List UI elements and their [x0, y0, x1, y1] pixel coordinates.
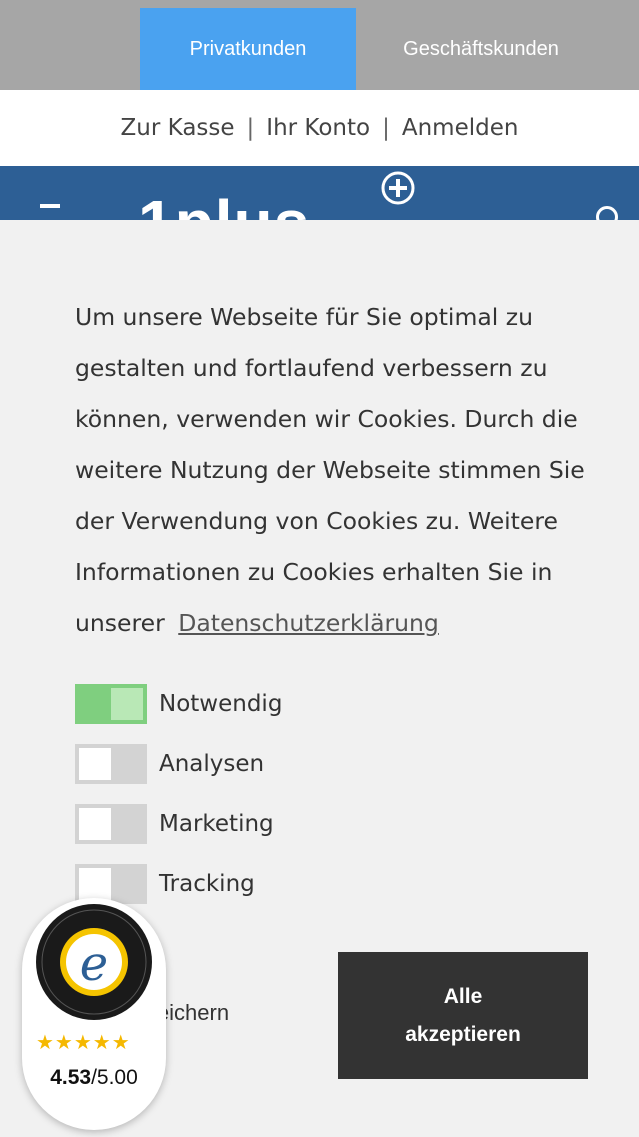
trusted-shops-badge[interactable]: e ★★★★★ 4.53/5.00	[22, 898, 166, 1130]
brand-logo[interactable]: 1plus	[138, 186, 310, 220]
rating-max: /5.00	[91, 1066, 138, 1089]
trusted-shops-seal-icon: e	[36, 904, 152, 1020]
option-label: Analysen	[159, 751, 265, 777]
toggle-knob	[111, 688, 143, 720]
account-link[interactable]: Ihr Konto	[266, 115, 370, 141]
toggle-knob	[79, 868, 111, 900]
option-label: Marketing	[159, 811, 274, 837]
menu-icon[interactable]	[40, 204, 60, 208]
option-label: Notwendig	[159, 691, 283, 717]
rating-value: 4.53	[50, 1066, 92, 1089]
accept-all-button[interactable]: Alle akzeptieren	[338, 952, 588, 1079]
brand-header: 1plus	[0, 166, 639, 220]
accept-label-line1: Alle	[443, 984, 483, 1008]
option-notwendig: Notwendig	[75, 684, 475, 724]
option-analysen: Analysen	[75, 744, 475, 784]
account-links-row: Zur Kasse | Ihr Konto | Anmelden	[0, 90, 639, 166]
toggle-knob	[79, 808, 111, 840]
customer-tab-bar: Privatkunden Geschäftskunden	[0, 0, 639, 90]
toggle-marketing[interactable]	[75, 804, 147, 844]
plus-circle-icon	[381, 171, 415, 205]
rating-score: 4.53/5.00	[22, 1066, 166, 1090]
tab-privatkunden[interactable]: Privatkunden	[140, 8, 356, 90]
seal-letter: e	[80, 936, 108, 992]
cookie-message: Um unsere Webseite für Sie optimal zu ge…	[75, 292, 605, 649]
toggle-knob	[79, 748, 111, 780]
option-marketing: Marketing	[75, 804, 475, 844]
separator: |	[246, 115, 255, 141]
option-label: Tracking	[159, 871, 255, 897]
search-icon[interactable]	[596, 206, 618, 220]
toggle-analysen[interactable]	[75, 744, 147, 784]
privacy-policy-link[interactable]: Datenschutzerklärung	[178, 609, 439, 637]
accept-label-line2: akzeptieren	[405, 1022, 521, 1046]
separator: |	[382, 115, 390, 141]
login-link[interactable]: Anmelden	[402, 115, 519, 141]
toggle-notwendig[interactable]	[75, 684, 147, 724]
rating-stars: ★★★★★	[36, 1030, 131, 1054]
cookie-text: Um unsere Webseite für Sie optimal zu ge…	[75, 303, 585, 637]
tab-geschaeftskunden[interactable]: Geschäftskunden	[356, 8, 606, 90]
checkout-link[interactable]: Zur Kasse	[121, 115, 235, 141]
